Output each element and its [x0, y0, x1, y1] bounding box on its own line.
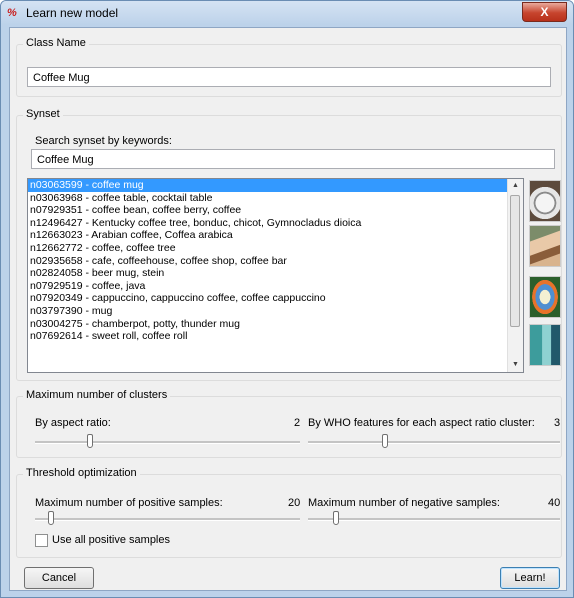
negative-samples-value: 40 — [548, 497, 561, 509]
aspect-ratio-slider-thumb[interactable] — [86, 434, 93, 448]
negative-samples-slider-track[interactable] — [308, 518, 560, 521]
positive-samples-slider-track[interactable] — [35, 518, 300, 521]
aspect-ratio-value: 2 — [294, 417, 301, 429]
use-all-positive-label: Use all positive samples — [52, 534, 170, 546]
mug-lettering-photo-icon — [529, 324, 561, 366]
negative-samples-slider-thumb[interactable] — [332, 511, 339, 525]
child-with-mug-photo-icon — [529, 225, 561, 267]
negative-samples-label: Maximum number of negative samples: — [308, 497, 500, 509]
who-features-slider-thumb[interactable] — [381, 434, 388, 448]
close-button[interactable]: X — [522, 2, 567, 22]
scroll-up-arrow-icon[interactable]: ▲ — [508, 179, 523, 193]
synset-list-items: n03063599 - coffee mug n03063968 - coffee… — [28, 179, 523, 343]
synset-list-item[interactable]: n03797390 - mug — [28, 305, 523, 318]
window-title: Learn new model — [26, 6, 119, 20]
synset-list-item[interactable]: n03004275 - chamberpot, potty, thunder m… — [28, 318, 523, 331]
class-name-group: Class Name Coffee Mug — [16, 37, 562, 97]
aspect-ratio-label: By aspect ratio: — [35, 417, 111, 429]
positive-samples-label: Maximum number of positive samples: — [35, 497, 223, 509]
coffee-cup-photo-icon — [529, 180, 561, 222]
synset-list-scrollbar[interactable]: ▲ ▼ — [507, 179, 523, 372]
scroll-down-arrow-icon[interactable]: ▼ — [508, 358, 523, 372]
cancel-button[interactable]: Cancel — [24, 567, 94, 589]
synset-list-item[interactable]: n07929351 - coffee bean, coffee berry, c… — [28, 204, 523, 217]
synset-list-item[interactable]: n12662772 - coffee, coffee tree — [28, 242, 523, 255]
who-features-slider-track[interactable] — [308, 441, 560, 444]
aspect-ratio-slider-track[interactable] — [35, 441, 300, 444]
scrollbar-thumb[interactable] — [510, 195, 520, 327]
synset-group-title: Synset — [23, 108, 63, 120]
synset-list[interactable]: n03063599 - coffee mug n03063968 - coffee… — [27, 178, 524, 373]
clusters-group-title: Maximum number of clusters — [23, 389, 171, 401]
synset-list-item[interactable]: n02824058 - beer mug, stein — [28, 267, 523, 280]
dialog-body: Class Name Coffee Mug Synset Search syns… — [9, 27, 567, 591]
use-all-positive-checkbox[interactable] — [35, 534, 48, 547]
synset-list-item[interactable]: n07692614 - sweet roll, coffee roll — [28, 330, 523, 343]
positive-samples-slider-thumb[interactable] — [47, 511, 54, 525]
synset-list-item[interactable]: n12663023 - Arabian coffee, Coffea arabi… — [28, 229, 523, 242]
class-name-group-title: Class Name — [23, 37, 89, 49]
who-features-label: By WHO features for each aspect ratio cl… — [308, 417, 535, 429]
synset-list-item[interactable]: n02935658 - cafe, coffeehouse, coffee sh… — [28, 255, 523, 268]
synset-list-item[interactable]: n07929519 - coffee, java — [28, 280, 523, 293]
app-logo-icon: % — [7, 7, 17, 19]
class-name-input[interactable]: Coffee Mug — [27, 67, 551, 87]
positive-samples-value: 20 — [288, 497, 301, 509]
synset-list-item[interactable]: n07920349 - cappuccino, cappuccino coffe… — [28, 292, 523, 305]
learn-model-dialog: % Learn new model X Class Name Coffee Mu… — [0, 0, 574, 598]
threshold-group-title: Threshold optimization — [23, 467, 140, 479]
synset-list-item[interactable]: n03063599 - coffee mug — [28, 179, 523, 192]
synset-search-label: Search synset by keywords: — [35, 135, 172, 147]
synset-list-item[interactable]: n12496427 - Kentucky coffee tree, bonduc… — [28, 217, 523, 230]
who-features-value: 3 — [554, 417, 561, 429]
cartoon-mug-photo-icon — [529, 276, 561, 318]
synset-search-input[interactable]: Coffee Mug — [31, 149, 555, 169]
synset-list-item[interactable]: n03063968 - coffee table, cocktail table — [28, 192, 523, 205]
title-bar[interactable]: % Learn new model X — [1, 1, 573, 25]
learn-button[interactable]: Learn! — [500, 567, 560, 589]
